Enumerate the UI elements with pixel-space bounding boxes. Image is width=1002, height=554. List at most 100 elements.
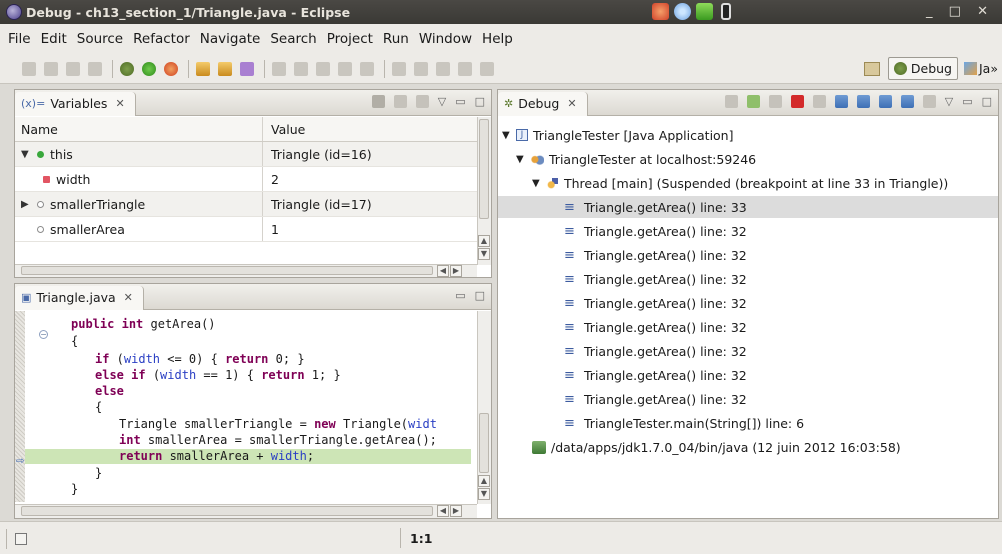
stack-frame[interactable]: ≡ Triangle.getArea() line: 32 (564, 244, 747, 266)
variables-horizontal-scrollbar[interactable]: ◀ ▶ (15, 264, 477, 277)
tree-item-vm[interactable]: ▼ TriangleTester at localhost:59246 (516, 148, 756, 170)
open-type-icon[interactable] (218, 61, 232, 76)
run-icon[interactable] (142, 61, 156, 76)
collapse-all-icon[interactable] (415, 95, 429, 108)
tree-item-process[interactable]: /data/apps/jdk1.7.0_04/bin/java (12 juin… (532, 436, 901, 458)
perspective-more[interactable]: » (990, 61, 998, 76)
scroll-right-icon[interactable]: ▶ (450, 505, 462, 517)
toggle-mark-icon[interactable] (272, 61, 286, 76)
terminate-icon[interactable] (790, 95, 804, 108)
stack-frame[interactable]: ≡ Triangle.getArea() line: 32 (564, 268, 747, 290)
back-icon[interactable] (458, 61, 472, 76)
step-return-icon[interactable] (878, 95, 892, 108)
show-logical-structure-icon[interactable] (393, 95, 407, 108)
new-java-project-icon[interactable] (196, 61, 210, 76)
show-type-names-icon[interactable] (371, 95, 385, 108)
new-icon[interactable] (22, 61, 36, 76)
table-row[interactable]: ▼ this Triangle (id=16) (15, 142, 491, 167)
column-header-value[interactable]: Value (263, 122, 473, 137)
external-tools-icon[interactable] (164, 61, 178, 76)
close-icon[interactable]: ✕ (124, 291, 133, 304)
print-icon[interactable] (88, 61, 102, 76)
editor-horizontal-scrollbar[interactable]: ◀ ▶ (15, 504, 477, 518)
use-step-filters-icon[interactable] (922, 95, 936, 108)
menu-source[interactable]: Source (77, 31, 123, 47)
word-wrap-icon[interactable] (360, 61, 374, 76)
collapse-icon[interactable]: ▼ (502, 130, 516, 141)
scroll-left-icon[interactable]: ◀ (437, 265, 449, 277)
last-edit-icon[interactable] (436, 61, 450, 76)
scroll-up-icon[interactable]: ▲ (478, 475, 490, 487)
stack-frame[interactable]: ≡ Triangle.getArea() line: 32 (564, 220, 747, 242)
previous-annotation-icon[interactable] (414, 61, 428, 76)
editor-vertical-scrollbar[interactable]: ▲ ▼ (477, 311, 491, 504)
scroll-left-icon[interactable]: ◀ (437, 505, 449, 517)
view-menu-icon[interactable]: ▽ (945, 95, 953, 108)
tab-debug[interactable]: ✲ Debug ✕ (498, 91, 588, 116)
menu-window[interactable]: Window (419, 31, 472, 47)
minimize-icon[interactable]: ▭ (455, 95, 465, 108)
block-select-icon[interactable] (338, 61, 352, 76)
debug-icon[interactable] (120, 61, 134, 76)
suspend-icon[interactable] (768, 95, 782, 108)
tree-item-thread[interactable]: ▼ Thread [main] (Suspended (breakpoint a… (532, 172, 948, 194)
stack-frame[interactable]: ≡ Triangle.getArea() line: 32 (564, 340, 747, 362)
menu-refactor[interactable]: Refactor (133, 31, 190, 47)
step-into-icon[interactable] (834, 95, 848, 108)
column-header-name[interactable]: Name (15, 117, 263, 141)
show-whitespace-icon[interactable] (316, 61, 330, 76)
search-icon[interactable] (240, 61, 254, 76)
table-row[interactable]: ▶ smallerTriangle Triangle (id=17) (15, 192, 491, 217)
save-icon[interactable] (44, 61, 58, 76)
stack-frame[interactable]: ≡ Triangle.getArea() line: 32 (564, 292, 747, 314)
perspective-java[interactable]: Ja » (963, 61, 998, 76)
battery-icon[interactable] (721, 3, 731, 20)
minimize-icon[interactable]: ▭ (962, 95, 972, 108)
menu-file[interactable]: File (8, 31, 31, 47)
tab-variables[interactable]: (x)= Variables ✕ (15, 91, 136, 116)
drop-to-frame-icon[interactable] (900, 95, 914, 108)
scroll-down-icon[interactable]: ▼ (478, 488, 490, 500)
collapse-icon[interactable]: ▼ (516, 154, 530, 165)
stack-frame[interactable]: ≡ Triangle.getArea() line: 32 (564, 316, 747, 338)
scroll-thumb[interactable] (479, 413, 489, 473)
open-perspective-icon[interactable] (863, 61, 880, 76)
menu-navigate[interactable]: Navigate (200, 31, 261, 47)
expand-toggle-icon[interactable]: ▼ (21, 149, 33, 160)
resume-icon[interactable] (746, 95, 760, 108)
collapse-icon[interactable]: ▼ (532, 178, 546, 189)
maximize-icon[interactable]: □ (475, 95, 485, 108)
update-icon[interactable] (696, 3, 713, 20)
tab-triangle-java[interactable]: ▣ Triangle.java ✕ (15, 285, 144, 310)
wifi-icon[interactable] (674, 3, 691, 20)
menu-run[interactable]: Run (383, 31, 409, 47)
stack-frame[interactable]: ≡ TriangleTester.main(String[]) line: 6 (564, 412, 804, 434)
view-menu-icon[interactable]: ▽ (438, 95, 446, 108)
table-row[interactable]: smallerArea 1 (15, 217, 491, 242)
scroll-thumb[interactable] (21, 266, 433, 275)
disconnect-icon[interactable] (812, 95, 826, 108)
save-all-icon[interactable] (66, 61, 80, 76)
menu-edit[interactable]: Edit (41, 31, 67, 47)
close-icon[interactable]: ✕ (567, 97, 576, 110)
close-icon[interactable]: ✕ (115, 97, 124, 110)
perspective-debug[interactable]: Debug (887, 57, 958, 80)
next-annotation-icon[interactable] (392, 61, 406, 76)
scroll-right-icon[interactable]: ▶ (450, 265, 462, 277)
stack-frame[interactable]: ≡ Triangle.getArea() line: 33 (498, 196, 998, 218)
maximize-icon[interactable]: □ (982, 95, 992, 108)
notification-icon[interactable] (652, 3, 669, 20)
scroll-thumb[interactable] (21, 506, 433, 516)
fast-view-icon[interactable] (15, 532, 27, 545)
tree-item-application[interactable]: ▼ J TriangleTester [Java Application] (502, 124, 733, 146)
table-row[interactable]: width 2 (15, 167, 491, 192)
scroll-up-icon[interactable]: ▲ (478, 235, 490, 247)
minimize-icon[interactable]: ▭ (455, 289, 465, 302)
expand-toggle-icon[interactable]: ▶ (21, 199, 33, 210)
maximize-icon[interactable]: □ (475, 289, 485, 302)
menu-project[interactable]: Project (327, 31, 373, 47)
menu-search[interactable]: Search (270, 31, 316, 47)
annotation-icon[interactable] (294, 61, 308, 76)
scroll-down-icon[interactable]: ▼ (478, 248, 490, 260)
variables-vertical-scrollbar[interactable]: ▲ ▼ (477, 117, 491, 265)
